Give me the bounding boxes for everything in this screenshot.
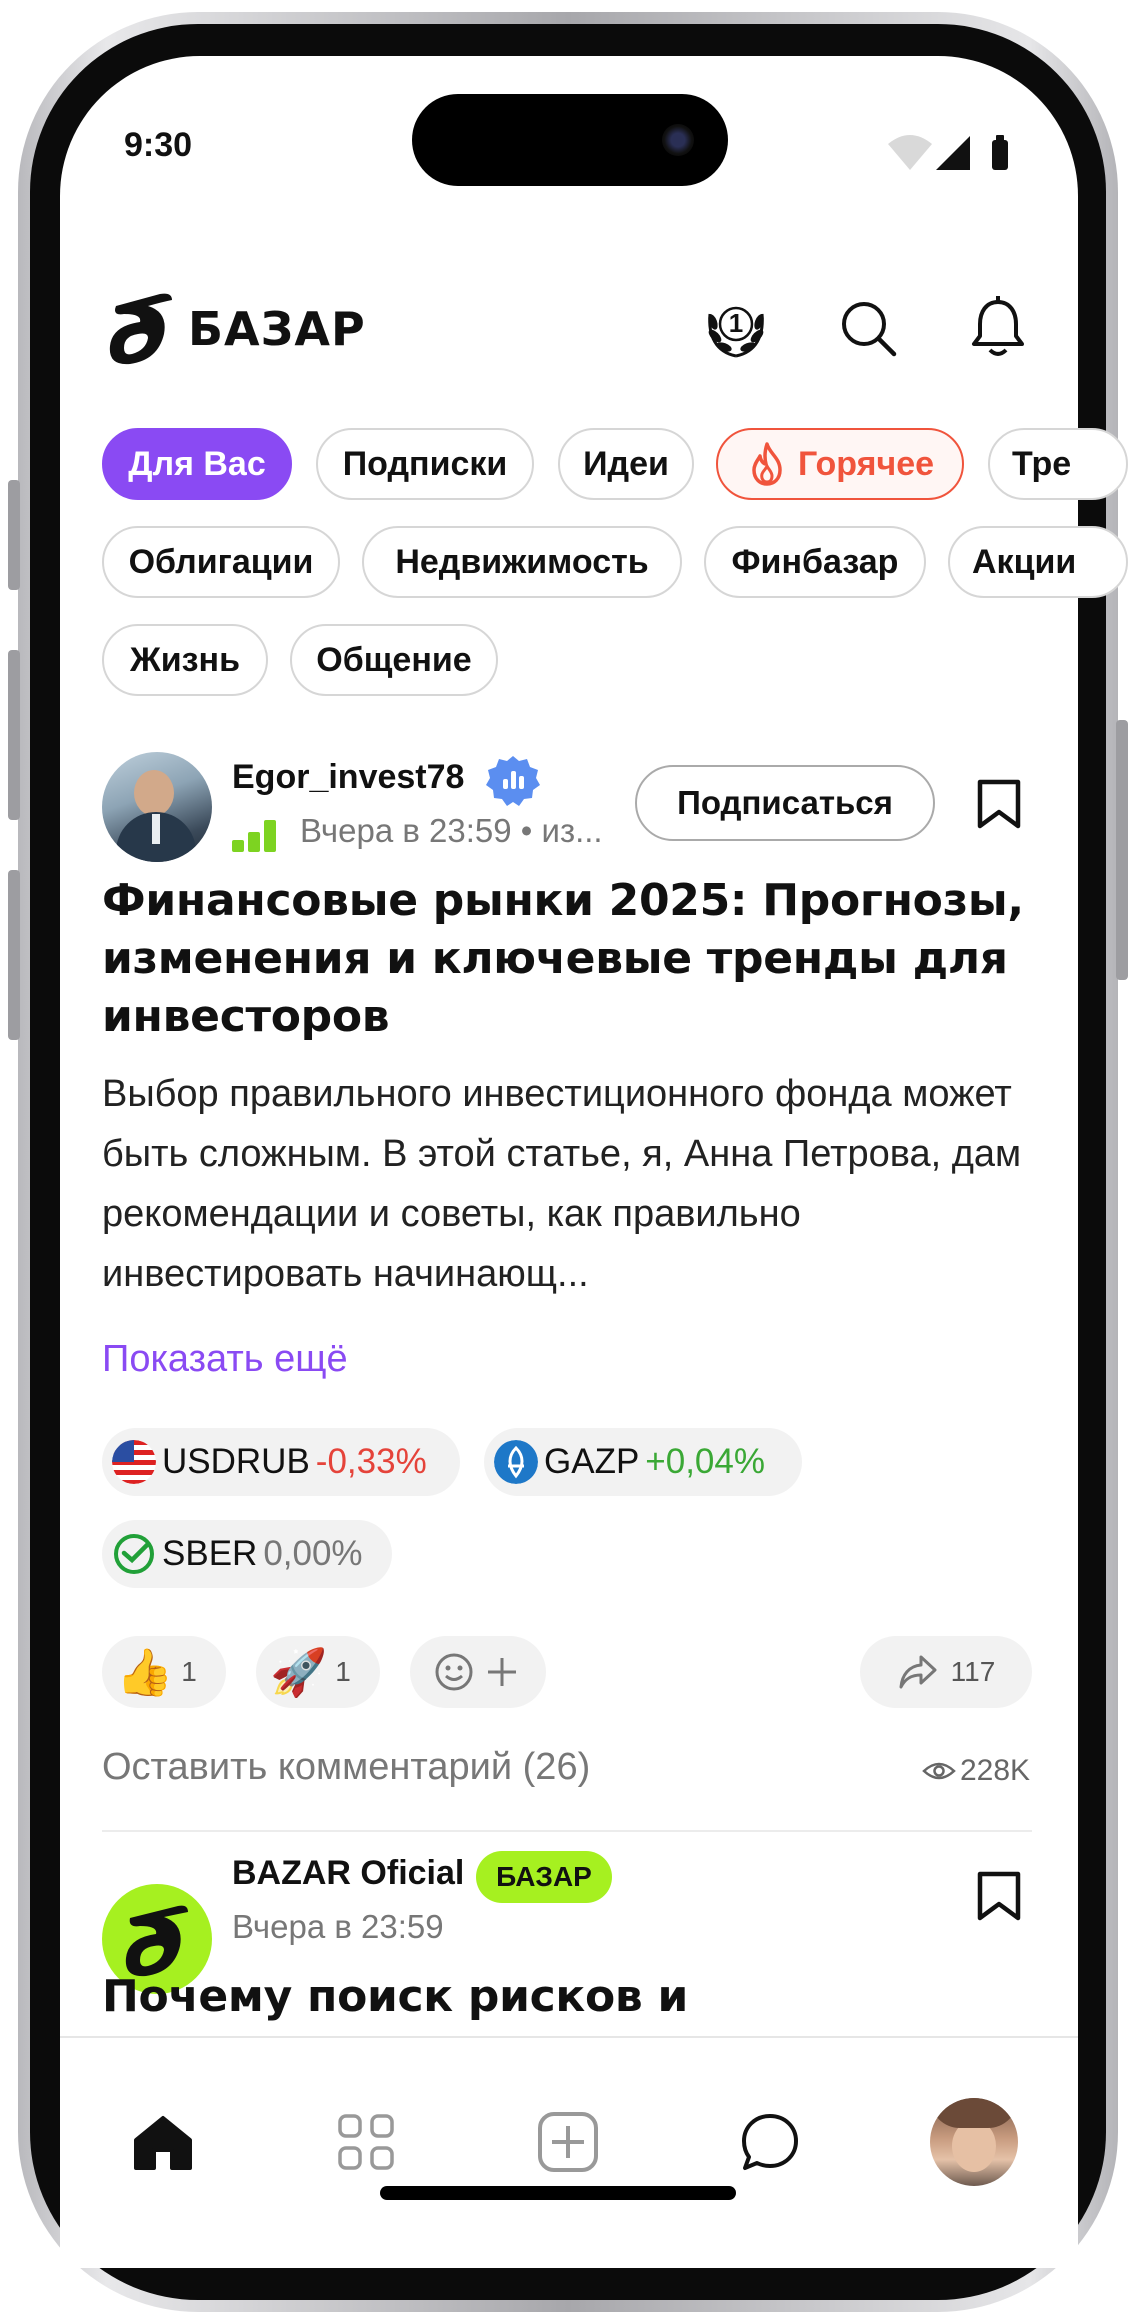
bazar-logo-icon xyxy=(109,293,172,365)
subscribe-button[interactable]: Подписаться xyxy=(635,765,935,841)
us-flag-icon xyxy=(112,1440,156,1484)
chip-real-estate[interactable]: Недвижимость xyxy=(362,526,682,598)
app-logo[interactable]: БАЗАР xyxy=(102,290,366,368)
reaction-count: 1 xyxy=(335,1656,351,1687)
ticker-symbol: GAZP xyxy=(544,1442,640,1481)
bell-icon[interactable] xyxy=(970,296,1026,358)
share-button[interactable]: 117 xyxy=(860,1636,1032,1708)
create-post-icon[interactable] xyxy=(536,2110,600,2174)
author-badge: БАЗАР xyxy=(476,1851,612,1903)
ticker-usdrub[interactable]: USDRUB -0,33% xyxy=(102,1428,460,1496)
add-reaction-button[interactable] xyxy=(410,1636,546,1708)
bookmark-icon[interactable] xyxy=(976,1870,1022,1922)
ticker-symbol: USDRUB xyxy=(162,1442,310,1481)
views-counter: 228K xyxy=(922,1754,1030,1788)
chip-hot[interactable]: Горячее xyxy=(716,428,964,500)
verified-badge-icon xyxy=(486,756,540,806)
camera-icon xyxy=(662,124,694,156)
post-divider xyxy=(102,1830,1032,1832)
thumbs-up-icon: 👍 xyxy=(116,1646,174,1698)
ticker-change: +0,04% xyxy=(645,1442,765,1481)
chip-bonds[interactable]: Облигации xyxy=(102,526,340,598)
gazprom-logo-icon xyxy=(494,1440,538,1484)
status-time: 9:30 xyxy=(124,126,193,164)
grid-icon[interactable] xyxy=(336,2112,396,2172)
chip-subscriptions[interactable]: Подписки xyxy=(316,428,534,500)
reaction-count: 1 xyxy=(181,1656,197,1687)
fire-icon xyxy=(752,442,782,486)
post-title[interactable]: Финансовые рынки 2025: Прогнозы, изменен… xyxy=(102,872,1032,1046)
volume-down-button xyxy=(8,870,20,1040)
search-icon[interactable] xyxy=(838,298,898,358)
ticker-gazp[interactable]: GAZP +0,04% xyxy=(484,1428,802,1496)
bookmark-icon[interactable] xyxy=(976,778,1022,830)
profile-avatar[interactable] xyxy=(930,2098,1018,2186)
rocket-icon: 🚀 xyxy=(270,1646,328,1698)
cellular-icon xyxy=(936,136,970,170)
post-title[interactable]: Почему поиск рисков и xyxy=(102,1968,1032,2030)
chat-icon[interactable] xyxy=(740,2112,800,2172)
post-timestamp: Вчера в 23:59 xyxy=(232,1908,444,1945)
power-button xyxy=(1116,720,1128,980)
post-body: Выбор правильного инвестиционного фонда … xyxy=(102,1073,1022,1295)
chip-trends[interactable]: Тре xyxy=(988,428,1128,500)
rank-laurel-button[interactable]: 1 xyxy=(700,292,772,364)
battery-icon xyxy=(992,135,1008,170)
ticker-sber[interactable]: SBER 0,00% xyxy=(102,1520,392,1588)
eye-icon xyxy=(922,1762,956,1780)
plus-icon xyxy=(488,1658,516,1686)
post-meta: Вчера в 23:59 • из... xyxy=(300,812,603,850)
show-more-link[interactable]: Показать ещё xyxy=(102,1338,348,1381)
rating-bars-icon xyxy=(232,820,276,852)
avatar[interactable] xyxy=(102,752,212,862)
rank-number: 1 xyxy=(728,308,744,338)
post-author[interactable]: BAZAR Oficial xyxy=(232,1854,464,1893)
status-icons xyxy=(888,135,1008,170)
home-indicator xyxy=(380,2186,736,2200)
dynamic-island xyxy=(412,94,728,186)
chip-for-you[interactable]: Для Вас xyxy=(102,428,292,500)
chip-communication[interactable]: Общение xyxy=(290,624,498,696)
share-icon xyxy=(899,1655,937,1689)
reaction-thumbs-up[interactable]: 👍 1 xyxy=(102,1636,226,1708)
ticker-change: -0,33% xyxy=(315,1442,427,1481)
post-author[interactable]: Egor_invest78 xyxy=(232,758,464,797)
post-meta-suffix: • из... xyxy=(520,812,603,849)
smiley-icon xyxy=(435,1653,473,1691)
reaction-rocket[interactable]: 🚀 1 xyxy=(256,1636,380,1708)
ticker-symbol: SBER xyxy=(162,1534,258,1573)
chip-stocks[interactable]: Акции xyxy=(948,526,1128,598)
post-timestamp: Вчера в 23:59 xyxy=(300,812,512,849)
logo-text: БАЗАР xyxy=(188,302,366,356)
comment-prompt[interactable]: Оставить комментарий (26) xyxy=(102,1746,590,1789)
volume-up-button xyxy=(8,650,20,820)
wifi-icon xyxy=(888,135,932,170)
action-button xyxy=(8,480,20,590)
share-count: 117 xyxy=(950,1656,996,1687)
ticker-change: 0,00% xyxy=(263,1534,363,1573)
sber-logo-icon xyxy=(114,1534,154,1574)
home-icon[interactable] xyxy=(132,2114,194,2172)
chip-ideas[interactable]: Идеи xyxy=(558,428,694,500)
chip-finbazar[interactable]: Финбазар xyxy=(704,526,926,598)
chip-life[interactable]: Жизнь xyxy=(102,624,268,696)
